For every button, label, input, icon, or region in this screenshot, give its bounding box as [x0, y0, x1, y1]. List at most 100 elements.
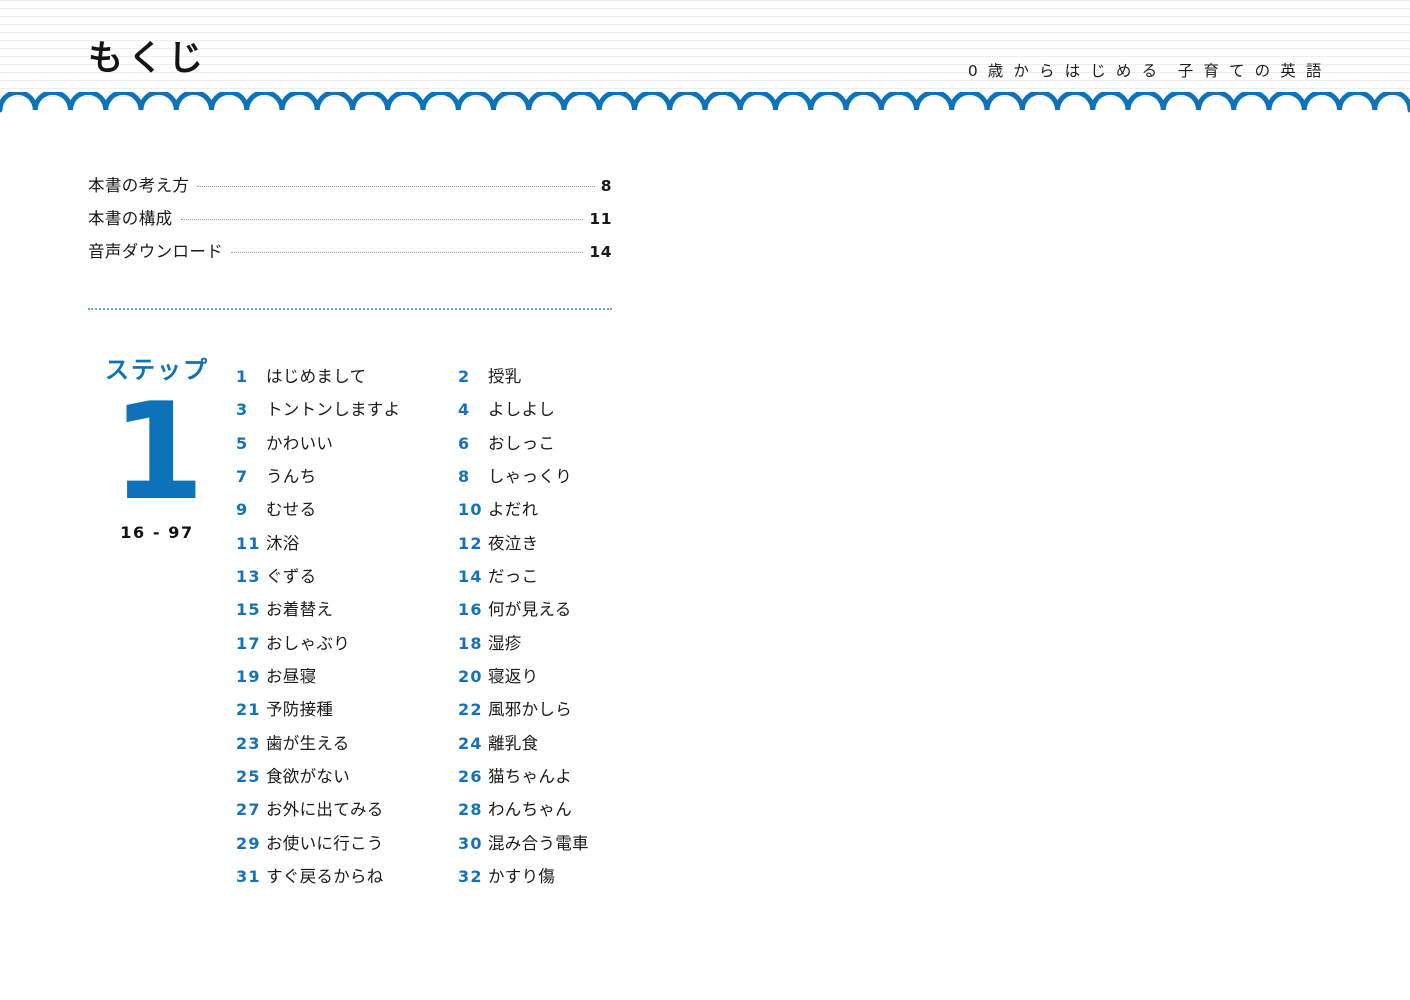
toc-entry-number: 26: [458, 767, 483, 787]
toc-entry-number: 5: [236, 433, 249, 453]
toc-entry-number: 11: [236, 533, 261, 553]
toc-entry[interactable]: 23 歯が生える: [236, 730, 458, 763]
toc-entry-label: お外に出てみる: [266, 800, 384, 820]
toc-entry[interactable]: 32 かすり傷: [458, 863, 680, 896]
toc-entry[interactable]: 10 よだれ: [458, 496, 680, 529]
toc-entry-number: 9: [236, 500, 249, 520]
step-badge-1: ステップ 1 16 - 97: [82, 358, 232, 541]
toc-entry-label: お使いに行こう: [266, 833, 384, 853]
toc-entry-number: 29: [236, 833, 261, 853]
step-number: 1: [111, 374, 204, 530]
toc-entry-label: お昼寝: [266, 667, 317, 687]
toc-entry[interactable]: 25 食欲がない: [236, 763, 458, 796]
toc-entry-label: 夜泣き: [488, 533, 539, 553]
toc-entry[interactable]: 6 おしっこ: [458, 430, 680, 463]
toc-entry-label: 風邪かしら: [488, 700, 572, 720]
frontmatter-page: 11: [589, 210, 612, 228]
toc-entry-label: かわいい: [266, 433, 334, 453]
toc-entry[interactable]: 27 お外に出てみる: [236, 796, 458, 829]
toc-entry[interactable]: 4 よしよし: [458, 396, 680, 429]
toc-entry-number: 8: [458, 467, 471, 487]
frontmatter-label: 本書の考え方: [88, 176, 190, 195]
toc-entry-number: 23: [236, 733, 261, 753]
toc-entry-number: 3: [236, 400, 249, 420]
toc-entry-label: 寝返り: [488, 667, 539, 687]
frontmatter-label: 本書の構成: [88, 209, 173, 228]
list-item[interactable]: 本書の考え方 8: [88, 172, 612, 205]
page-left: 本書の考え方 8 本書の構成 11 音声ダウンロード 14 ステップ 1 16 …: [0, 0, 705, 1000]
toc-entry-number: 20: [458, 667, 483, 687]
toc-entry[interactable]: 24 離乳食: [458, 730, 680, 763]
toc-entry[interactable]: 2 授乳: [458, 363, 680, 396]
toc-entry-number: 12: [458, 533, 483, 553]
toc-entry[interactable]: 13 ぐずる: [236, 563, 458, 596]
step1-entry-grid: 1 はじめまして 2 授乳 3 トントンしますよ 4 よしよし 5 かわいい 6 おしっこ 7 うんち 8 し…: [236, 363, 680, 897]
toc-entry[interactable]: 16 何が見える: [458, 596, 680, 629]
toc-entry-number: 31: [236, 867, 261, 887]
toc-entry[interactable]: 21 予防接種: [236, 696, 458, 729]
toc-entry-number: 2: [458, 367, 471, 386]
toc-entry-label: お着替え: [266, 600, 334, 620]
toc-entry-number: 28: [458, 800, 483, 820]
toc-entry-label: よだれ: [488, 500, 539, 520]
step-page-range: 16 - 97: [120, 522, 194, 542]
toc-entry[interactable]: 19 お昼寝: [236, 663, 458, 696]
toc-entry-number: 18: [458, 633, 483, 653]
toc-entry[interactable]: 3 トントンしますよ: [236, 396, 458, 429]
toc-entry-label: おしっこ: [488, 433, 556, 453]
toc-entry[interactable]: 9 むせる: [236, 496, 458, 529]
toc-entry[interactable]: 18 湿疹: [458, 630, 680, 663]
toc-entry[interactable]: 30 混み合う電車: [458, 830, 680, 863]
toc-entry-number: 16: [458, 600, 483, 620]
toc-entry-label: 歯が生える: [266, 733, 350, 753]
toc-entry-number: 19: [236, 667, 261, 687]
toc-entry-number: 13: [236, 567, 261, 587]
toc-entry[interactable]: 8 しゃっくり: [458, 463, 680, 496]
toc-entry-number: 30: [458, 833, 483, 853]
toc-entry-number: 4: [458, 400, 471, 420]
toc-entry[interactable]: 1 はじめまして: [236, 363, 458, 396]
list-item[interactable]: 音声ダウンロード 14: [88, 238, 612, 271]
toc-entry-number: 32: [458, 867, 483, 887]
toc-entry-label: 猫ちゃんよ: [488, 767, 572, 787]
dot-leader: [197, 185, 595, 187]
frontmatter-page: 14: [589, 243, 612, 261]
toc-entry[interactable]: 17 おしゃぶり: [236, 630, 458, 663]
toc-entry[interactable]: 15 お着替え: [236, 596, 458, 629]
toc-entry[interactable]: 5 かわいい: [236, 430, 458, 463]
toc-entry-label: うんち: [266, 467, 317, 487]
dot-leader: [180, 218, 584, 220]
toc-entry[interactable]: 28 わんちゃん: [458, 796, 680, 829]
toc-entry-label: 授乳: [488, 367, 522, 386]
toc-entry[interactable]: 12 夜泣き: [458, 530, 680, 563]
toc-entry-label: すぐ戻るからね: [266, 867, 384, 887]
toc-entry-number: 21: [236, 700, 261, 720]
toc-entry-label: だっこ: [488, 567, 539, 587]
toc-entry-label: 湿疹: [488, 633, 522, 653]
toc-entry-label: 予防接種: [266, 700, 334, 720]
toc-entry[interactable]: 22 風邪かしら: [458, 696, 680, 729]
toc-entry[interactable]: 11 沐浴: [236, 530, 458, 563]
toc-entry-label: わんちゃん: [488, 800, 572, 820]
toc-entry[interactable]: 29 お使いに行こう: [236, 830, 458, 863]
toc-entry-label: 沐浴: [266, 533, 300, 553]
toc-entry[interactable]: 20 寝返り: [458, 663, 680, 696]
toc-entry-number: 15: [236, 600, 261, 620]
toc-entry-number: 22: [458, 700, 483, 720]
list-item[interactable]: 本書の構成 11: [88, 205, 612, 238]
toc-entry-label: はじめまして: [266, 367, 367, 386]
toc-entry[interactable]: 7 うんち: [236, 463, 458, 496]
toc-entry-number: 1: [236, 367, 249, 386]
toc-entry-number: 10: [458, 500, 483, 520]
toc-entry[interactable]: 14 だっこ: [458, 563, 680, 596]
frontmatter-list: 本書の考え方 8 本書の構成 11 音声ダウンロード 14: [88, 172, 612, 271]
dot-leader: [231, 251, 584, 253]
toc-entry-label: おしゃぶり: [266, 633, 350, 653]
toc-entry-label: ぐずる: [266, 567, 317, 587]
section-divider-left: [88, 308, 612, 310]
toc-entry[interactable]: 26 猫ちゃんよ: [458, 763, 680, 796]
toc-entry-label: トントンしますよ: [266, 400, 401, 420]
toc-entry[interactable]: 31 すぐ戻るからね: [236, 863, 458, 896]
toc-entry-number: 7: [236, 467, 249, 487]
toc-entry-number: 24: [458, 733, 483, 753]
